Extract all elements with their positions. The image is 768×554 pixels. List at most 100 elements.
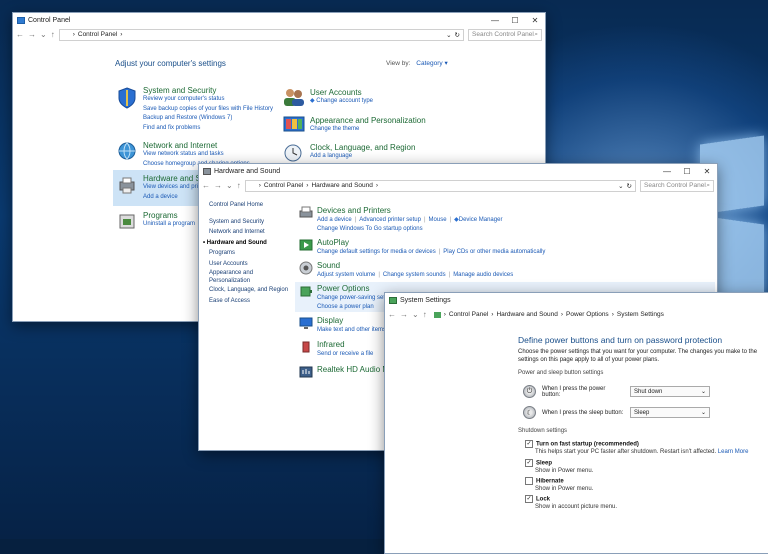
- item-title[interactable]: Realtek HD Audio M: [317, 365, 389, 375]
- search-input[interactable]: Search Control Panel ⌕: [640, 179, 714, 192]
- category-title[interactable]: System and Security: [143, 86, 273, 95]
- item-title[interactable]: Display: [317, 316, 386, 326]
- address-bar: ← → ⌄ ↑ › Control Panel › ⌄ ↻ Search Con…: [13, 28, 545, 41]
- nav-link-home[interactable]: Control Panel Home: [209, 200, 295, 211]
- power-button-select[interactable]: Shut down ⌄: [630, 386, 710, 397]
- category-clock-language[interactable]: Clock, Language, and Region Add a langua…: [310, 143, 415, 162]
- category-link[interactable]: Uninstall a program: [143, 220, 195, 230]
- view-by-dropdown[interactable]: Category ▾: [416, 60, 447, 67]
- item-link[interactable]: Play CDs or other media automatically: [443, 249, 545, 255]
- nav-link[interactable]: Programs: [209, 248, 295, 259]
- item-link[interactable]: Manage audio devices: [453, 272, 513, 278]
- category-title[interactable]: User Accounts: [310, 88, 373, 97]
- forward-arrow-icon[interactable]: →: [28, 30, 36, 39]
- back-arrow-icon[interactable]: ←: [16, 30, 24, 39]
- category-title[interactable]: Programs: [143, 211, 195, 220]
- forward-arrow-icon[interactable]: →: [214, 181, 222, 190]
- sleep-checkbox[interactable]: ✓: [525, 459, 533, 467]
- category-title[interactable]: Network and Internet: [143, 141, 250, 150]
- item-link[interactable]: Make text and other items: [317, 326, 386, 335]
- checkbox-label: Turn on fast startup (recommended): [536, 441, 639, 448]
- breadcrumb-item[interactable]: Control Panel: [449, 311, 488, 318]
- item-link[interactable]: Add a device: [317, 217, 352, 223]
- breadcrumb-item[interactable]: System Settings: [617, 311, 664, 318]
- link-separator: |: [448, 272, 451, 278]
- category-system-security[interactable]: System and Security Review your computer…: [143, 86, 273, 133]
- power-options-icon: [389, 297, 397, 304]
- category-link[interactable]: Find and fix problems: [143, 124, 273, 134]
- nav-link[interactable]: Ease of Access: [209, 296, 295, 307]
- item-link[interactable]: Change system sounds: [383, 272, 446, 278]
- breadcrumb-item[interactable]: Hardware and Sound: [311, 182, 372, 189]
- search-icon: ⌕: [706, 181, 710, 189]
- category-title[interactable]: Appearance and Personalization: [310, 116, 426, 125]
- item-link[interactable]: Send or receive a file: [317, 350, 373, 359]
- item-link[interactable]: Change default settings for media or dev…: [317, 249, 436, 255]
- refresh-icon[interactable]: ↻: [627, 182, 632, 190]
- hibernate-checkbox[interactable]: [525, 477, 533, 485]
- category-link[interactable]: View network status and tasks: [143, 150, 250, 160]
- refresh-icon[interactable]: ↻: [455, 31, 460, 39]
- item-title[interactable]: Sound: [317, 261, 513, 271]
- chevron-down-icon[interactable]: ⌄: [40, 30, 47, 39]
- nav-link[interactable]: Network and Internet: [209, 227, 295, 238]
- nav-link[interactable]: Clock, Language, and Region: [209, 285, 295, 296]
- back-arrow-icon[interactable]: ←: [388, 310, 396, 319]
- item-links[interactable]: Adjust system volume | Change system sound…: [317, 271, 513, 280]
- category-programs[interactable]: Programs Uninstall a program: [143, 211, 195, 230]
- item-links[interactable]: Add a device | Advanced printer setup | Mous…: [317, 216, 502, 225]
- item-link[interactable]: Device Manager: [459, 217, 503, 223]
- up-arrow-icon[interactable]: ↑: [51, 30, 55, 39]
- sleep-button-select[interactable]: Sleep ⌄: [630, 407, 710, 418]
- item-link[interactable]: Mouse: [429, 217, 447, 223]
- learn-more-link[interactable]: Learn More: [718, 449, 749, 455]
- item-links[interactable]: Change default settings for media or dev…: [317, 248, 545, 257]
- chevron-down-icon[interactable]: ⌄: [446, 31, 451, 39]
- back-arrow-icon[interactable]: ←: [202, 181, 210, 190]
- category-link[interactable]: Review your computer's status: [143, 95, 273, 105]
- chevron-down-icon[interactable]: ⌄: [412, 310, 419, 319]
- item-link[interactable]: Advanced printer setup: [359, 217, 421, 223]
- close-button[interactable]: ✕: [697, 164, 717, 179]
- category-title[interactable]: Clock, Language, and Region: [310, 143, 415, 152]
- lock-checkbox[interactable]: ✓: [525, 495, 533, 503]
- forward-arrow-icon[interactable]: →: [400, 310, 408, 319]
- category-link[interactable]: Backup and Restore (Windows 7): [143, 114, 273, 124]
- category-link[interactable]: ◆ Change account type: [310, 97, 373, 107]
- item-title[interactable]: Devices and Printers: [317, 206, 502, 216]
- search-input[interactable]: Search Control Panel ⌕: [468, 28, 542, 41]
- chevron-down-icon[interactable]: ⌄: [226, 181, 233, 190]
- category-link[interactable]: Add a language: [310, 152, 415, 162]
- breadcrumb-item[interactable]: Power Options: [566, 311, 609, 318]
- power-button-label: When I press the power button:: [542, 385, 606, 398]
- close-button[interactable]: ✕: [525, 13, 545, 28]
- minimize-button[interactable]: —: [657, 164, 677, 179]
- up-arrow-icon[interactable]: ↑: [237, 181, 241, 190]
- item-link[interactable]: Adjust system volume: [317, 272, 375, 278]
- item-link[interactable]: Change Windows To Go startup options: [317, 225, 502, 234]
- nav-link[interactable]: User Accounts: [209, 259, 295, 270]
- power-options-icon: [433, 311, 441, 318]
- item-title[interactable]: Infrared: [317, 340, 373, 350]
- fast-startup-checkbox[interactable]: ✓: [525, 440, 533, 448]
- category-appearance[interactable]: Appearance and Personalization Change th…: [310, 116, 426, 135]
- minimize-button[interactable]: —: [485, 13, 505, 28]
- breadcrumb-item[interactable]: Control Panel: [264, 182, 303, 189]
- search-icon: ⌕: [534, 30, 538, 38]
- up-arrow-icon[interactable]: ↑: [423, 310, 427, 319]
- maximize-button[interactable]: ☐: [677, 164, 697, 179]
- breadcrumb[interactable]: › Control Panel › Hardware and Sound › P…: [431, 310, 768, 320]
- nav-link[interactable]: System and Security: [209, 217, 295, 228]
- breadcrumb[interactable]: › Control Panel › Hardware and Sound › ⌄…: [244, 179, 636, 192]
- category-user-accounts[interactable]: User Accounts ◆ Change account type: [310, 88, 373, 107]
- chevron-down-icon[interactable]: ⌄: [618, 182, 623, 190]
- nav-link[interactable]: Appearance and Personalization: [209, 269, 295, 285]
- breadcrumb[interactable]: › Control Panel › ⌄ ↻: [58, 28, 464, 41]
- item-title[interactable]: AutoPlay: [317, 238, 545, 248]
- category-link[interactable]: Change the theme: [310, 125, 426, 135]
- maximize-button[interactable]: ☐: [505, 13, 525, 28]
- item-infrared: Infrared Send or receive a file: [317, 340, 373, 359]
- category-link[interactable]: Save backup copies of your files with Fi…: [143, 105, 273, 115]
- breadcrumb-item[interactable]: Control Panel: [78, 31, 117, 38]
- breadcrumb-item[interactable]: Hardware and Sound: [496, 311, 557, 318]
